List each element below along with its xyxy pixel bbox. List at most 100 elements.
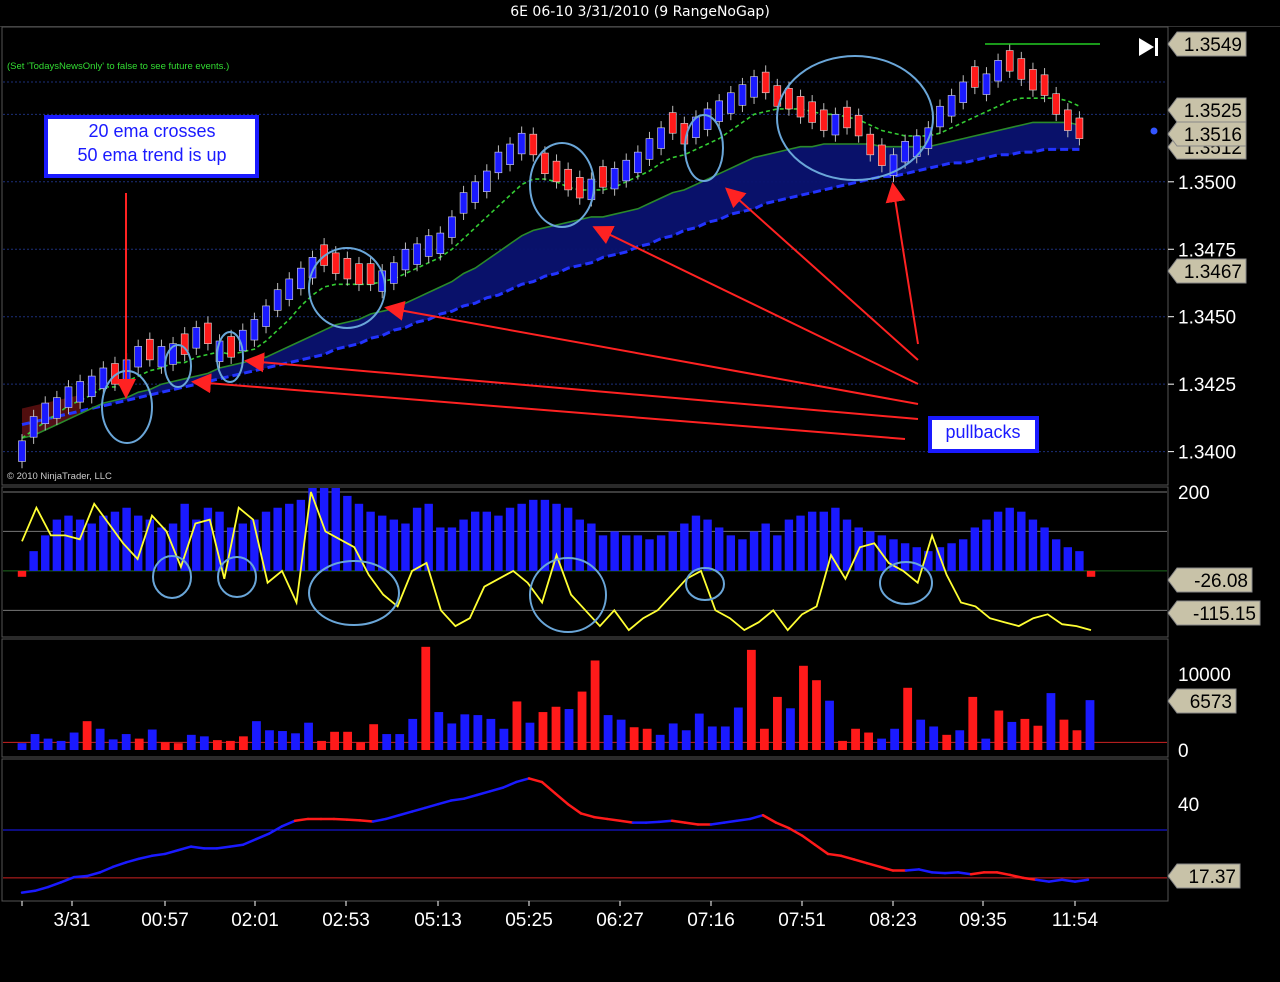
volume-bar <box>1033 725 1043 750</box>
volume-bar <box>929 726 939 750</box>
cci-value-label-text: -115.15 <box>1193 604 1256 625</box>
volume-bar <box>212 740 222 750</box>
volume-bar <box>134 738 144 750</box>
candle-body <box>668 112 677 134</box>
candle-body <box>808 101 816 123</box>
volume-bar <box>173 743 183 750</box>
candle-body <box>866 133 875 156</box>
volume-bar <box>395 734 405 750</box>
adx-tick-label: 40 <box>1178 795 1199 816</box>
volume-bar <box>1085 700 1095 750</box>
volume-bar <box>655 734 665 750</box>
cci-histogram-bar <box>900 543 910 571</box>
price-tick-label: 1.3425 <box>1178 375 1236 396</box>
cci-histogram-bar <box>970 527 980 571</box>
cci-histogram-bar <box>122 507 131 571</box>
x-tick-label: 05:25 <box>505 910 553 931</box>
cci-histogram-bar <box>1086 570 1096 577</box>
cci-histogram-bar <box>331 488 340 571</box>
candle-body <box>564 168 572 191</box>
volume-bar <box>786 708 795 750</box>
volume-bar <box>265 730 274 750</box>
cci-histogram-bar <box>99 515 108 571</box>
volume-bar <box>291 733 300 750</box>
cci-histogram-bar <box>424 503 433 571</box>
x-tick-label: 06:27 <box>596 910 644 931</box>
volume-tick-label: 10000 <box>1178 665 1231 686</box>
cci-histogram-bar <box>64 515 73 571</box>
cci-value-label: -115.15 <box>1167 600 1261 626</box>
volume-bar <box>773 696 782 750</box>
candle-body <box>796 96 805 118</box>
candle-body <box>1005 50 1014 72</box>
volume-bar <box>694 713 704 750</box>
cci-histogram-bar <box>110 511 120 571</box>
cci-histogram-bar <box>1051 539 1061 571</box>
volume-bar <box>799 665 808 750</box>
volume-bar <box>512 701 522 750</box>
adx-segment <box>345 818 362 822</box>
price-label: 1.3516 <box>1167 121 1247 147</box>
cci-tick-label: 200 <box>1178 483 1210 504</box>
volume-bar <box>851 728 860 750</box>
cci-histogram-bar <box>157 527 166 571</box>
volume-bar <box>460 714 470 750</box>
candle-body <box>552 160 561 183</box>
cci-histogram-bar <box>75 519 85 571</box>
adx-segment <box>644 820 661 824</box>
candle-body <box>1029 69 1037 91</box>
adx-value-label: 17.37 <box>1167 863 1241 889</box>
candle-body <box>41 402 50 424</box>
cci-histogram-bar <box>401 523 410 571</box>
candle-body <box>599 166 607 188</box>
cci-histogram-bar <box>773 535 782 571</box>
cci-histogram-bar <box>598 535 608 571</box>
candle-body <box>157 346 166 368</box>
cci-histogram-bar <box>563 507 573 571</box>
candle-body <box>331 252 340 274</box>
candle-body <box>541 152 549 175</box>
cci-histogram-bar <box>1005 507 1014 571</box>
volume-bar <box>278 731 287 750</box>
candle-body <box>459 192 468 214</box>
volume-bar <box>916 719 926 750</box>
price-label-text: 1.3516 <box>1184 125 1242 146</box>
volume-bar <box>890 728 900 750</box>
volume-bar <box>642 728 652 750</box>
volume-bar <box>356 742 366 750</box>
volume-bar <box>668 723 678 750</box>
cci-histogram-bar <box>1075 551 1084 571</box>
cci-histogram-bar <box>436 527 445 571</box>
price-label-text: 1.3549 <box>1184 35 1242 56</box>
x-tick-label: 02:53 <box>322 910 370 931</box>
price-label: 1.3467 <box>1167 258 1247 284</box>
candle-body <box>390 262 398 284</box>
cci-histogram-bar <box>273 507 282 571</box>
candle-body <box>262 305 270 327</box>
cci-histogram-bar <box>517 503 526 571</box>
adx-segment <box>72 874 89 879</box>
cci-histogram-bar <box>482 511 491 571</box>
volume-bar <box>239 736 248 750</box>
cci-histogram-bar <box>691 515 701 571</box>
cci-histogram-bar <box>993 511 1003 571</box>
cci-histogram-bar <box>715 527 724 571</box>
volume-bar <box>629 727 639 750</box>
volume-bar <box>95 728 105 750</box>
cci-histogram-bar <box>1017 511 1026 571</box>
cci-histogram-bar <box>784 519 794 571</box>
candle-body <box>715 100 724 122</box>
cci-histogram-bar <box>1028 519 1038 571</box>
cci-value-label: -26.08 <box>1167 567 1253 593</box>
candle-body <box>204 322 212 344</box>
candle-body <box>831 114 840 136</box>
volume-bar <box>225 740 235 750</box>
candle-body <box>1075 117 1084 139</box>
volume-bar <box>942 734 952 750</box>
cci-histogram-bar <box>668 531 677 571</box>
volume-bar <box>590 660 600 750</box>
cci-histogram-bar <box>761 523 770 571</box>
cci-histogram-bar <box>796 515 805 571</box>
candle-body <box>1040 74 1049 96</box>
cci-histogram-bar <box>842 519 852 571</box>
